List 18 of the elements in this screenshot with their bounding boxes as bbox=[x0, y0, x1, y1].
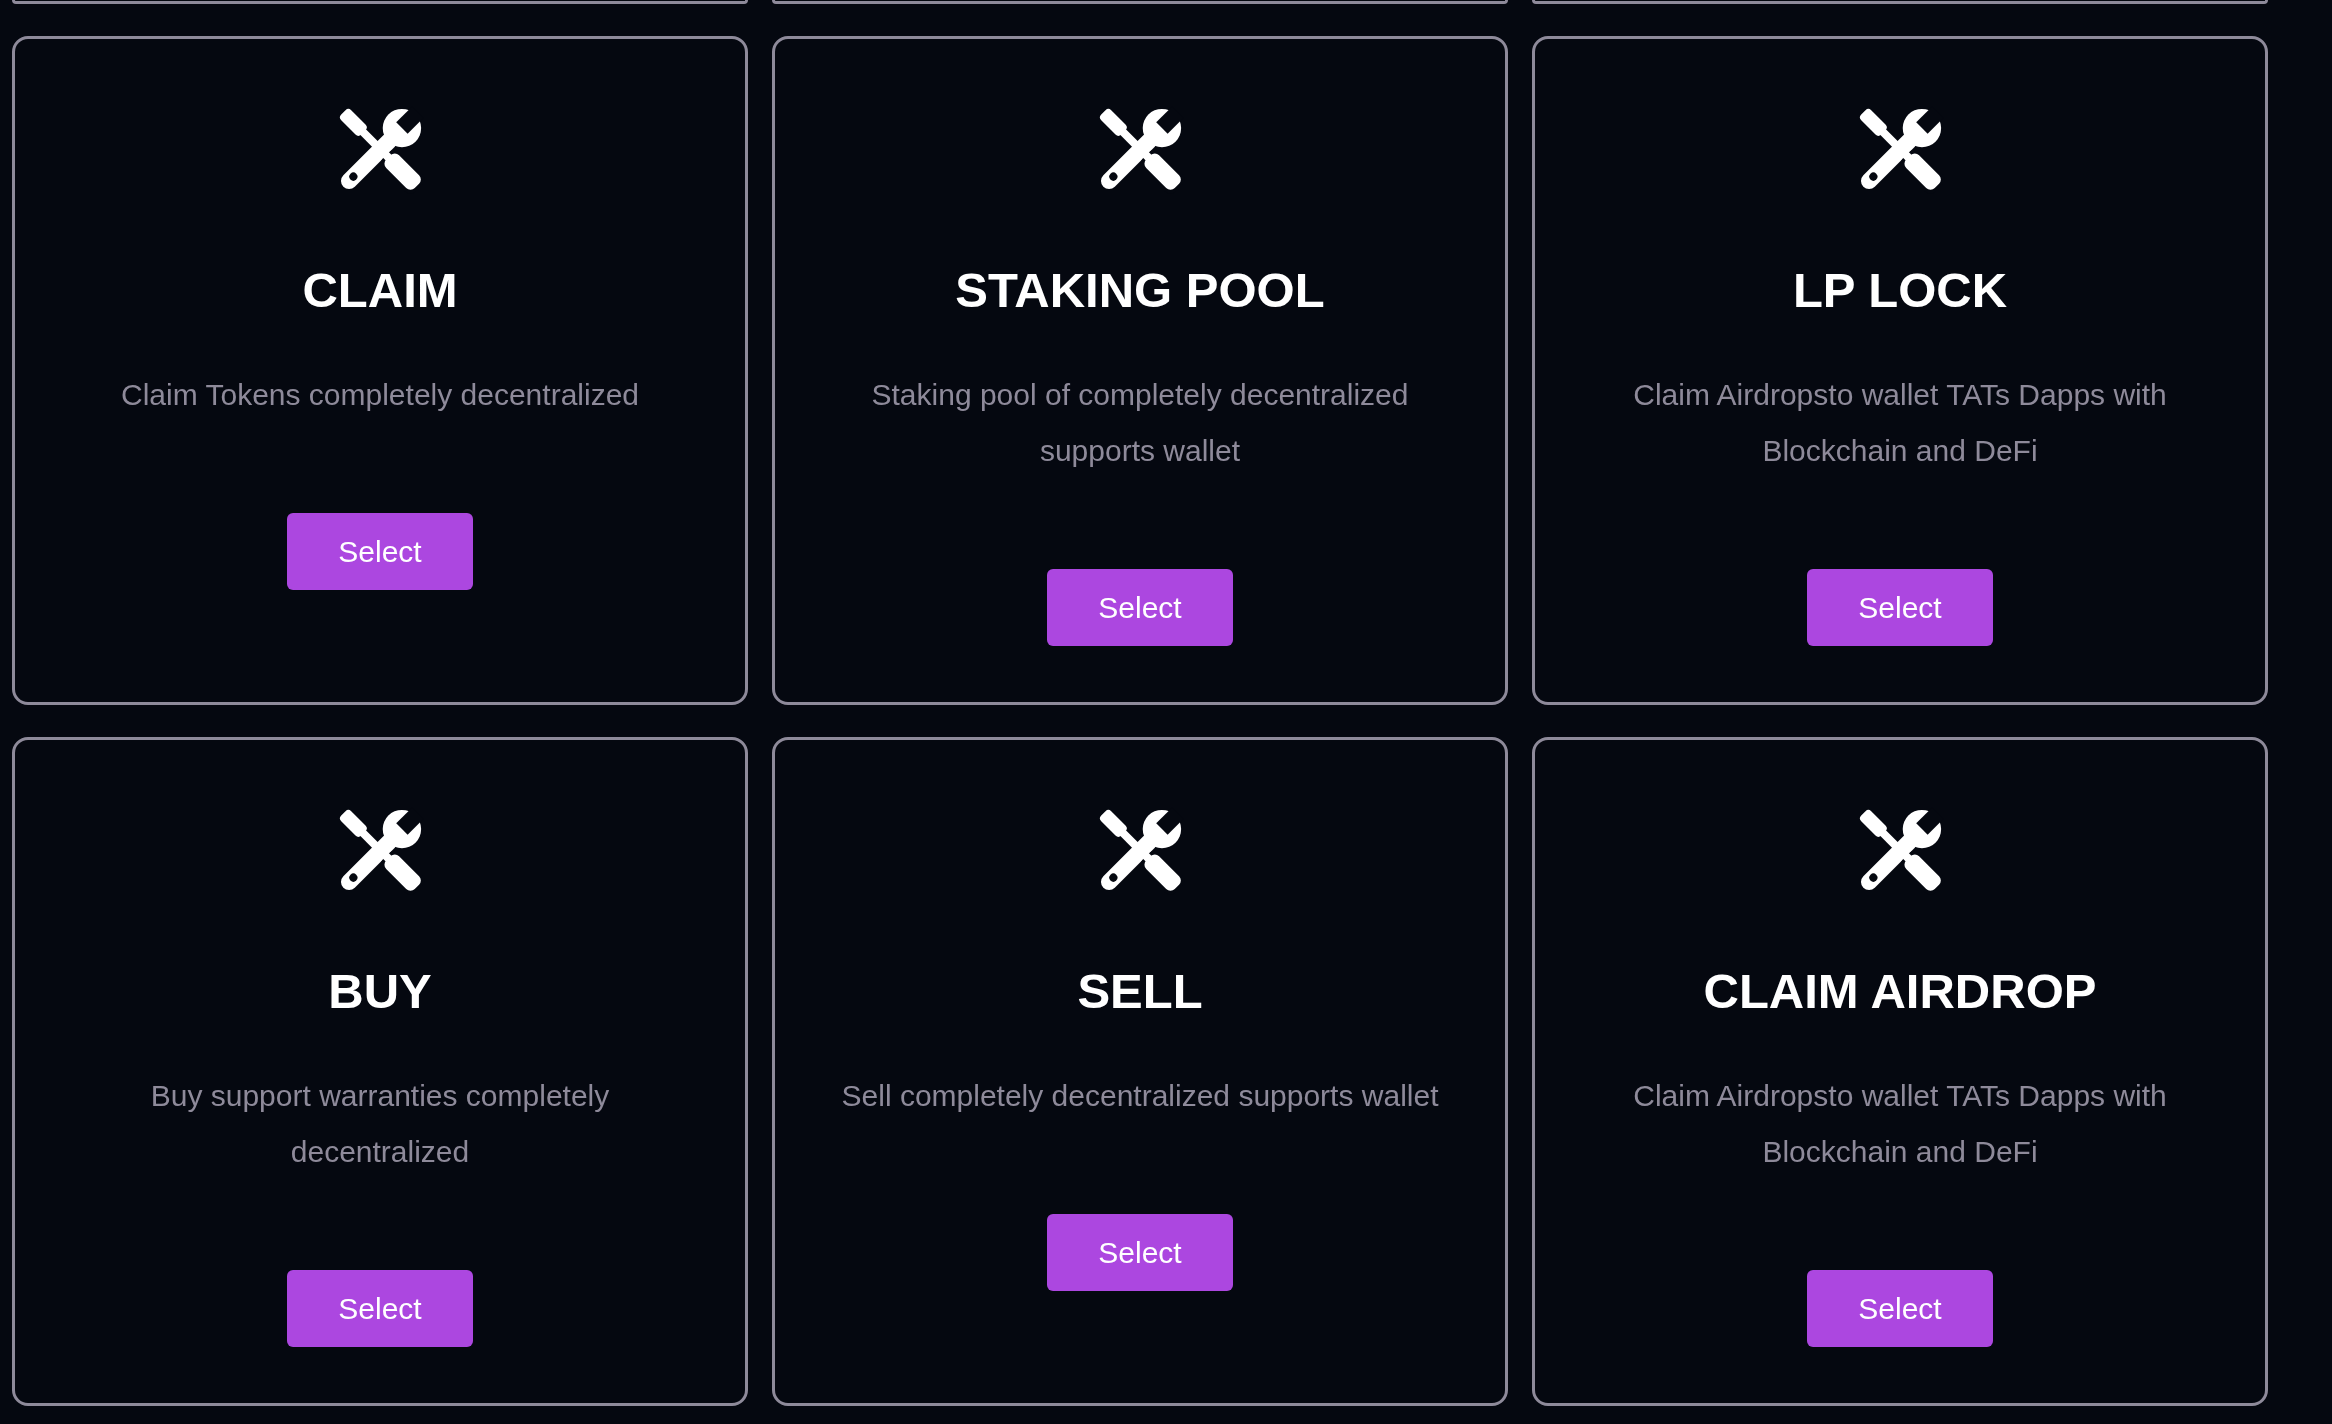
card-title: LP LOCK bbox=[1792, 262, 2008, 319]
card-title: CLAIM AIRDROP bbox=[1703, 963, 2097, 1020]
card-title: STAKING POOL bbox=[955, 262, 1325, 319]
select-button[interactable]: Select bbox=[287, 513, 473, 590]
card-description: Staking pool of completely decentralized supports wallet bbox=[870, 377, 1410, 469]
select-button[interactable]: Select bbox=[1047, 569, 1233, 646]
card-title: SELL bbox=[1077, 963, 1203, 1020]
select-button[interactable]: Select bbox=[1807, 1270, 1993, 1347]
card-title: CLAIM bbox=[302, 262, 458, 319]
card-description: Claim Tokens completely decentralized bbox=[121, 377, 639, 413]
card-description: Sell completely decentralized supports wallet bbox=[841, 1078, 1439, 1114]
select-button[interactable]: Select bbox=[287, 1270, 473, 1347]
card-description: Buy support warranties completely decentralized bbox=[149, 1078, 611, 1170]
card-description: Claim Airdropsto wallet TATs Dapps with Blockchain and DeFi bbox=[1632, 1078, 2168, 1170]
card-title: BUY bbox=[328, 963, 432, 1020]
select-button[interactable]: Select bbox=[1807, 569, 1993, 646]
select-button[interactable]: Select bbox=[1047, 1214, 1233, 1291]
card-description: Claim Airdropsto wallet TATs Dapps with Blockchain and DeFi bbox=[1632, 377, 2168, 469]
